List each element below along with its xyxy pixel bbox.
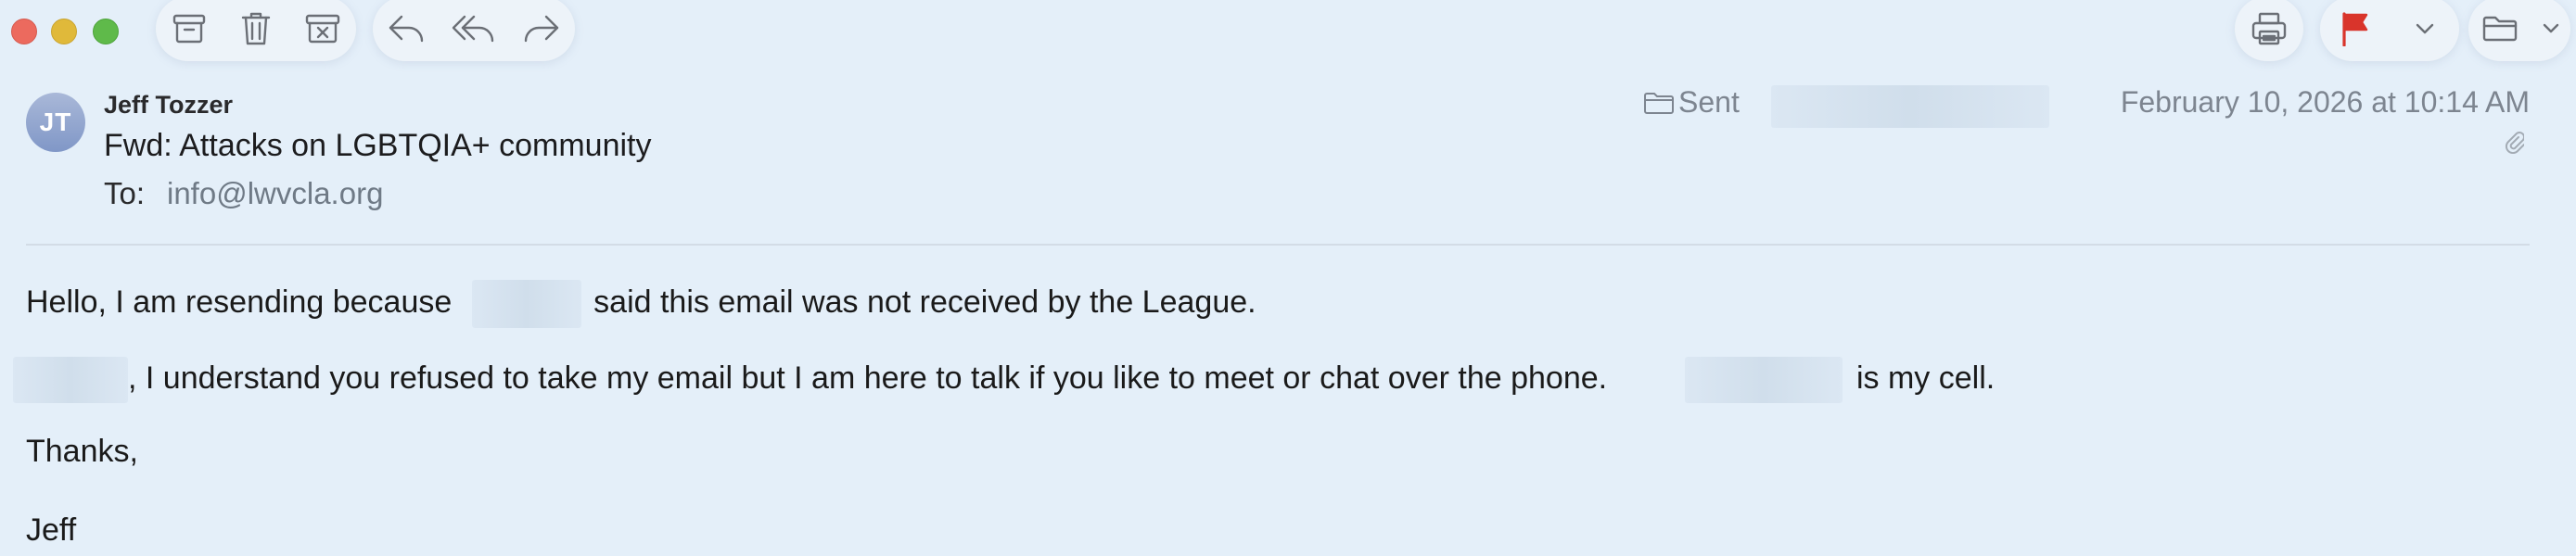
body-line: Thanks,: [26, 434, 138, 469]
flag-button[interactable]: [2329, 3, 2381, 55]
move-group: [2468, 0, 2570, 61]
move-menu-button[interactable]: [2537, 3, 2565, 55]
print-button[interactable]: [2243, 3, 2295, 55]
trash-icon: [241, 12, 271, 45]
body-text: Hello, I am resending because: [26, 284, 453, 320]
close-window-button[interactable]: [11, 19, 37, 44]
reply-button[interactable]: [380, 3, 432, 55]
attachment-icon[interactable]: [2504, 130, 2525, 158]
chevron-down-icon: [2543, 23, 2559, 33]
mailbox-name: Sent: [1678, 85, 1740, 119]
recipient-address[interactable]: info@lwvcla.org: [167, 176, 383, 211]
minimize-window-button[interactable]: [51, 19, 77, 44]
to-label: To:: [104, 176, 146, 210]
print-group: [2235, 0, 2303, 61]
redacted-area: [1771, 85, 2049, 128]
body-line: Hello, I am resending because said this …: [26, 280, 1256, 328]
forward-icon: [524, 15, 558, 43]
zoom-window-button[interactable]: [93, 19, 119, 44]
chevron-down-icon: [2416, 23, 2433, 34]
reply-all-button[interactable]: [448, 3, 500, 55]
redacted-name: [13, 357, 128, 403]
delete-actions-group: [156, 0, 356, 61]
sender-name[interactable]: Jeff Tozzer: [104, 91, 233, 120]
body-line: Jeff: [26, 512, 77, 548]
body-text: said this email was not received by the …: [593, 284, 1256, 320]
subject-line: Fwd: Attacks on LGBTQIA+ community: [104, 128, 652, 163]
delete-button[interactable]: [230, 3, 282, 55]
move-to-folder-button[interactable]: [2474, 3, 2526, 55]
folder-icon: [1644, 92, 1674, 114]
header-divider: [26, 244, 2530, 246]
archive-icon: [172, 14, 206, 44]
body-text: , I understand you refused to take my em…: [128, 360, 1608, 396]
redacted-name: [471, 280, 581, 328]
reply-icon: [389, 15, 424, 43]
toolbar: [0, 0, 2576, 61]
redacted-phone: [1684, 357, 1843, 403]
flag-group: [2320, 0, 2459, 61]
reply-actions-group: [373, 0, 575, 61]
move-folder-icon: [2482, 16, 2518, 42]
body-text: is my cell.: [1855, 360, 1996, 396]
avatar: JT: [26, 93, 85, 152]
forward-button[interactable]: [516, 3, 567, 55]
flag-menu-button[interactable]: [2399, 3, 2451, 55]
message-date: February 10, 2026 at 10:14 AM: [2120, 85, 2530, 119]
archive-button[interactable]: [163, 3, 215, 55]
mailbox-indicator[interactable]: Sent: [1643, 85, 1740, 120]
print-icon: [2251, 12, 2287, 45]
flag-icon: [2341, 12, 2367, 46]
junk-icon: [305, 14, 340, 44]
junk-button[interactable]: [297, 3, 349, 55]
body-line: , I understand you refused to take my em…: [13, 357, 1995, 403]
reply-all-icon: [452, 15, 494, 43]
